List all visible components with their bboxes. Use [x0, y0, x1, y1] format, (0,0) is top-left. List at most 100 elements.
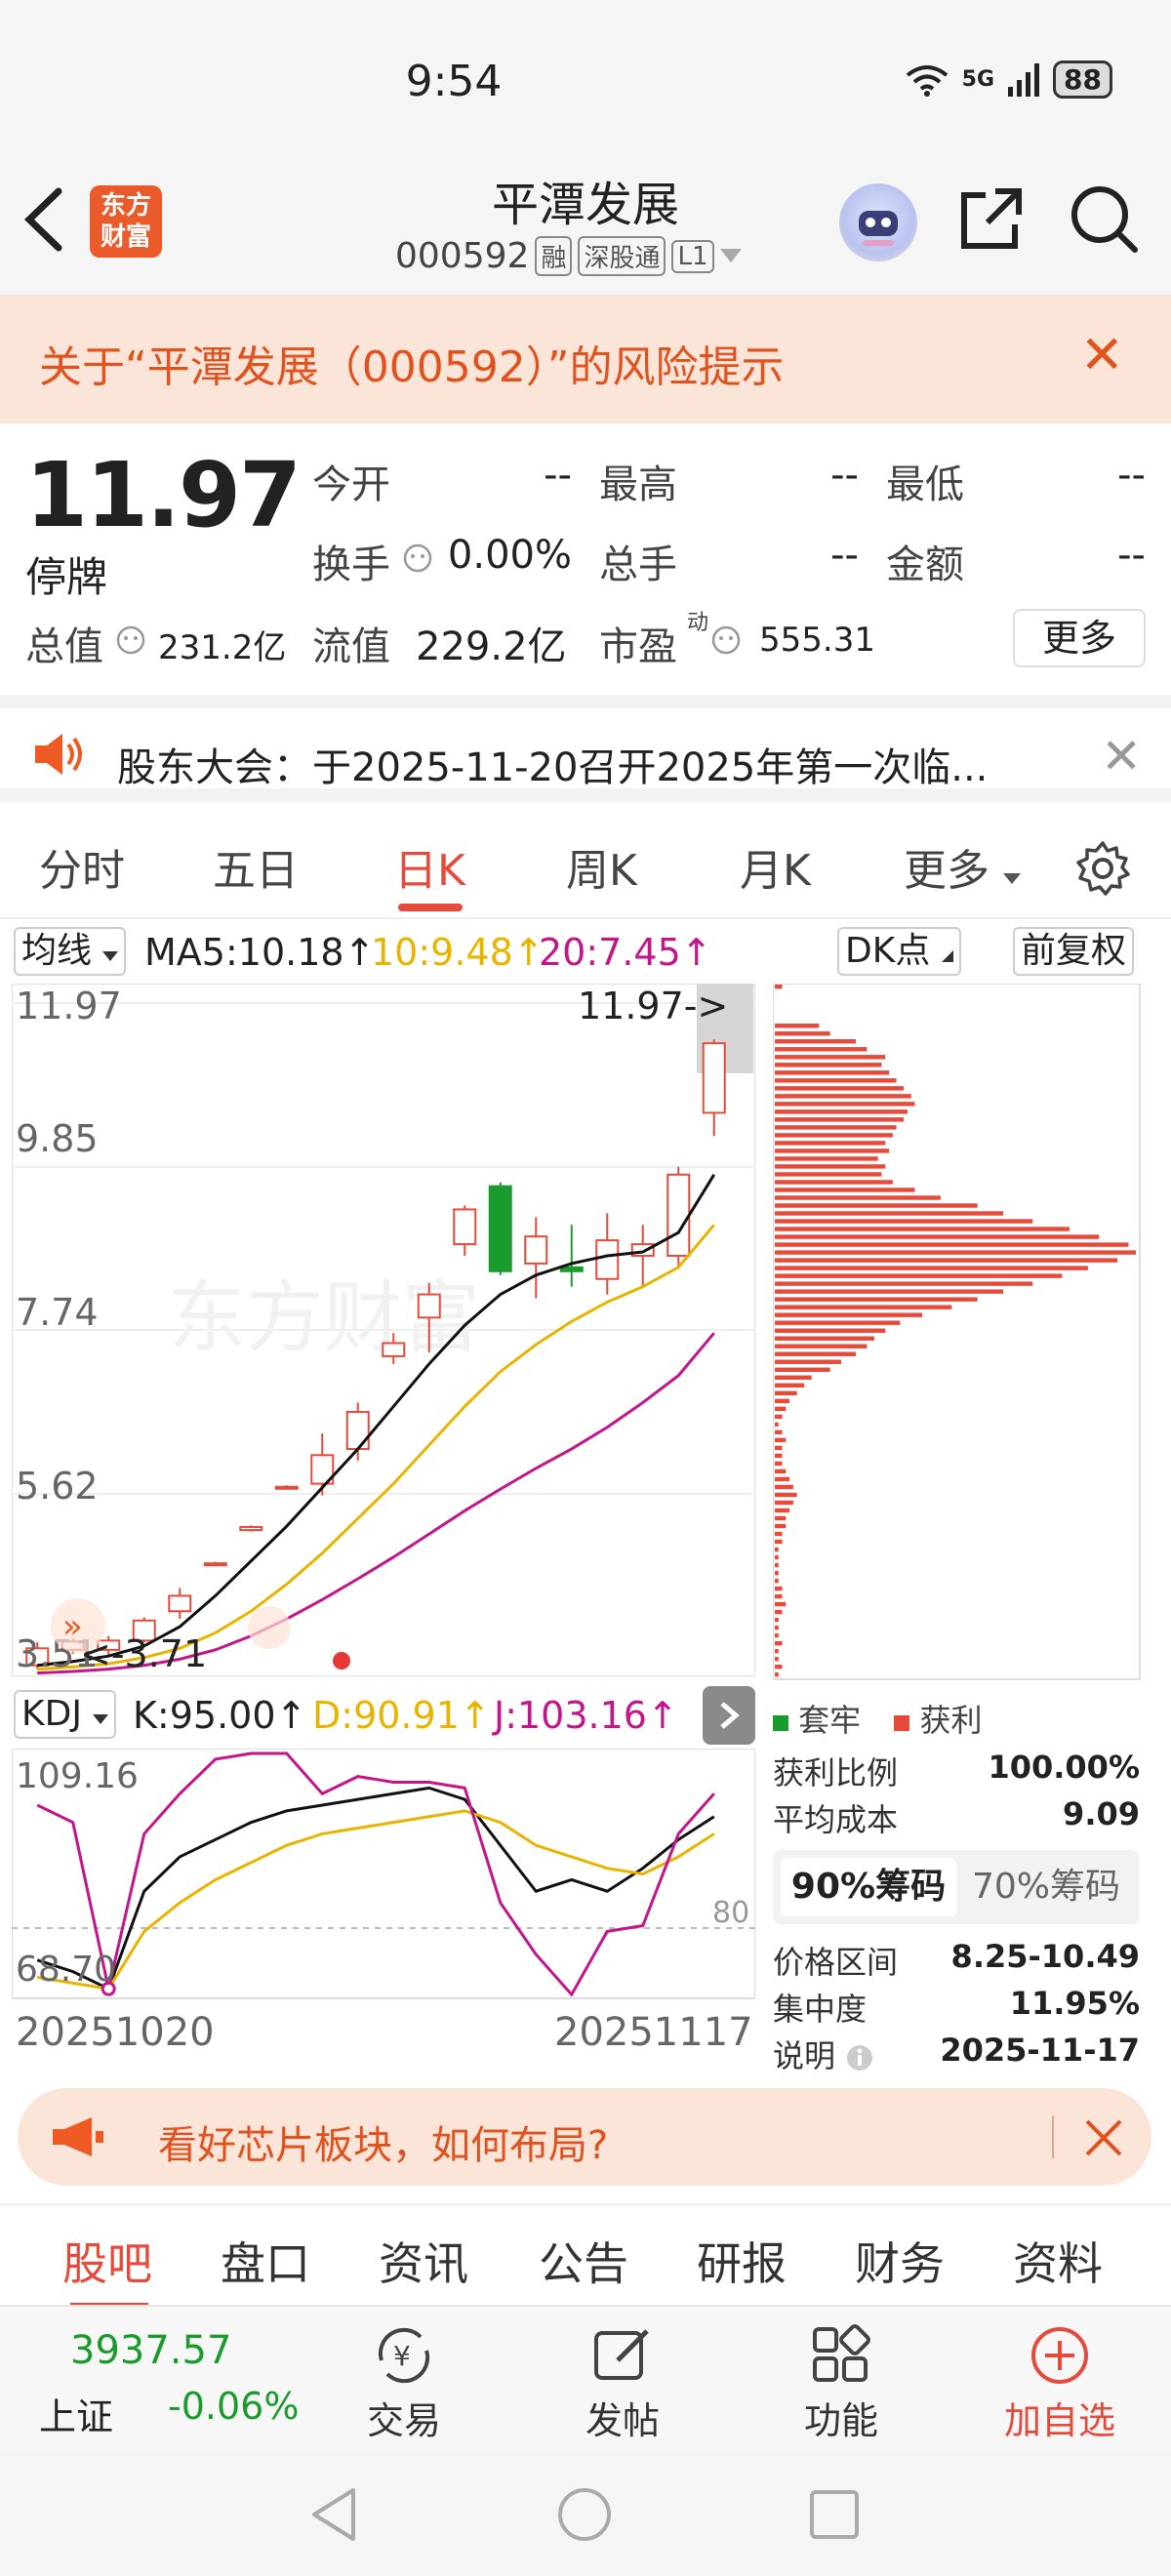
nav-functions[interactable]: 功能	[763, 2320, 919, 2444]
info-face-icon[interactable]	[402, 543, 433, 574]
date-start: 20251020	[16, 2010, 215, 2055]
turnover-label: 换手	[312, 543, 390, 587]
double-chevron-icon: »	[62, 1607, 83, 1646]
candle	[345, 1410, 370, 1450]
tab-weekly-k[interactable]: 周K	[566, 835, 637, 898]
adjust-selector[interactable]: 前复权	[1013, 927, 1135, 976]
index-name: 上证	[39, 2395, 114, 2438]
nav-add-watchlist[interactable]: 加自选	[982, 2320, 1138, 2444]
system-home-icon[interactable]	[556, 2486, 613, 2543]
search-icon[interactable]	[1069, 183, 1139, 258]
tab-announcements[interactable]: 公告	[539, 2229, 628, 2293]
float-value: 229.2亿	[416, 624, 567, 669]
level-tag: L1	[671, 239, 714, 273]
chip-bar	[775, 1586, 783, 1591]
info-tab-bar: 股吧 盘口 资讯 公告 研报 财务 资料	[0, 2203, 1171, 2309]
tab-chip-90[interactable]: 90%筹码	[781, 1858, 956, 1916]
kdj-k-value: K:95.00↑	[133, 1694, 307, 1737]
info-face-icon[interactable]	[710, 624, 742, 656]
tab-more[interactable]: 更多	[904, 835, 1021, 898]
tab-five-day[interactable]: 五日	[213, 835, 299, 898]
chip-bar	[775, 1063, 882, 1067]
chip-bar	[775, 1640, 783, 1646]
risk-close-icon[interactable]: ✕	[1080, 324, 1124, 385]
risk-alert-bar[interactable]: 关于“平潭发展（000592）”的风险提示 ✕	[0, 295, 1171, 423]
tab-intraday[interactable]: 分时	[39, 835, 125, 898]
trading-status: 停牌	[25, 553, 108, 601]
chip-bar	[775, 1414, 783, 1420]
tab-orderbook[interactable]: 盘口	[221, 2229, 310, 2293]
collapse-arrow-button[interactable]	[703, 1686, 755, 1745]
share-icon[interactable]	[956, 183, 1027, 258]
note-value: 2025-11-17	[940, 2032, 1140, 2069]
kdj-chart[interactable]: 109.16 68.70 80	[11, 1748, 756, 2000]
ma10-value: 10:9.48↑	[371, 931, 545, 974]
avg-cost-label: 平均成本	[773, 1801, 899, 1838]
chip-bar	[775, 1187, 915, 1192]
open-value: --	[544, 453, 572, 498]
margin-tag: 融	[535, 236, 573, 276]
app-logo: 东方 财富	[90, 185, 162, 258]
tab-news[interactable]: 资讯	[379, 2229, 468, 2293]
chip-bar	[775, 1383, 805, 1388]
ai-assistant-icon[interactable]	[839, 183, 917, 262]
back-arrow-icon	[23, 187, 62, 252]
event-dot[interactable]	[333, 1652, 350, 1670]
notice-bar[interactable]: 股东大会：于2025-11-20召开2025年第一次临... ✕	[0, 695, 1171, 802]
candle	[382, 1342, 406, 1357]
price-range-value: 8.25-10.49	[950, 1938, 1140, 1975]
tab-research[interactable]: 研报	[697, 2229, 787, 2293]
stock-code: 000592	[395, 236, 530, 276]
chip-bar	[775, 1148, 890, 1153]
chip-bar	[775, 1055, 886, 1060]
chip-bar	[775, 1117, 905, 1122]
chip-distribution-chart[interactable]	[772, 983, 1142, 1681]
tab-forum[interactable]: 股吧	[62, 2229, 152, 2293]
chip-bar	[775, 1289, 1004, 1294]
nav-post-label: 发帖	[585, 2399, 660, 2442]
back-button[interactable]	[21, 185, 64, 264]
fullscreen-icon[interactable]	[248, 1606, 291, 1649]
candle	[559, 1266, 584, 1272]
system-recents-icon[interactable]	[808, 2488, 861, 2541]
avg-cost-value: 9.09	[1063, 1795, 1140, 1832]
more-button[interactable]: 更多	[1013, 609, 1146, 667]
tab-daily-k[interactable]: 日K	[394, 835, 465, 898]
indicator-selector[interactable]: KDJ	[14, 1690, 117, 1739]
chip-bar	[775, 1156, 878, 1161]
kline-chart[interactable]: 东方财富 11.97 9.85 7.74 5.62 3.51 11.97-> <…	[11, 983, 756, 1677]
chip-bar	[775, 1195, 941, 1200]
y-label-4: 5.62	[16, 1465, 99, 1508]
index-value[interactable]: 3937.57	[70, 2328, 231, 2373]
low-value: --	[1117, 453, 1146, 498]
chip-bar	[775, 1312, 923, 1317]
dk-point-selector[interactable]: DK点	[837, 927, 961, 976]
nav-post[interactable]: 发帖	[545, 2320, 701, 2444]
status-icons: 5G 88	[906, 60, 1112, 99]
tab-finance[interactable]: 财务	[855, 2229, 945, 2293]
chip-bar	[775, 1273, 1063, 1278]
notice-close-icon[interactable]: ✕	[1101, 728, 1142, 785]
chip-bar	[775, 1461, 783, 1467]
chip-bar	[775, 1578, 779, 1584]
tab-monthly-k[interactable]: 月K	[740, 835, 811, 898]
system-back-icon[interactable]	[308, 2486, 361, 2543]
nav-trade[interactable]: ¥ 交易	[326, 2320, 482, 2444]
chip-bar	[775, 1367, 830, 1372]
tab-profile[interactable]: 资料	[1013, 2229, 1103, 2293]
ma-selector[interactable]: 均线	[14, 927, 127, 976]
stock-code-row[interactable]: 000592 融 深股通 L1	[395, 236, 742, 276]
candle	[524, 1235, 548, 1265]
volume-value: --	[830, 533, 859, 578]
chip-bar	[775, 1078, 897, 1083]
tab-chip-70[interactable]: 70%筹码	[958, 1858, 1134, 1916]
chip-bar	[775, 1141, 886, 1146]
info-icon[interactable]	[845, 2043, 874, 2073]
promo-close-icon[interactable]	[1083, 2117, 1124, 2158]
info-face-icon[interactable]	[115, 624, 146, 656]
kdj-j-value: J:103.16↑	[494, 1694, 678, 1737]
chip-bar	[775, 1328, 886, 1333]
note-row[interactable]: 说明 2025-11-17	[773, 2032, 1140, 2076]
promo-bar[interactable]: 看好芯片板块，如何布局?	[18, 2088, 1151, 2186]
settings-gear-icon[interactable]	[1073, 839, 1132, 898]
